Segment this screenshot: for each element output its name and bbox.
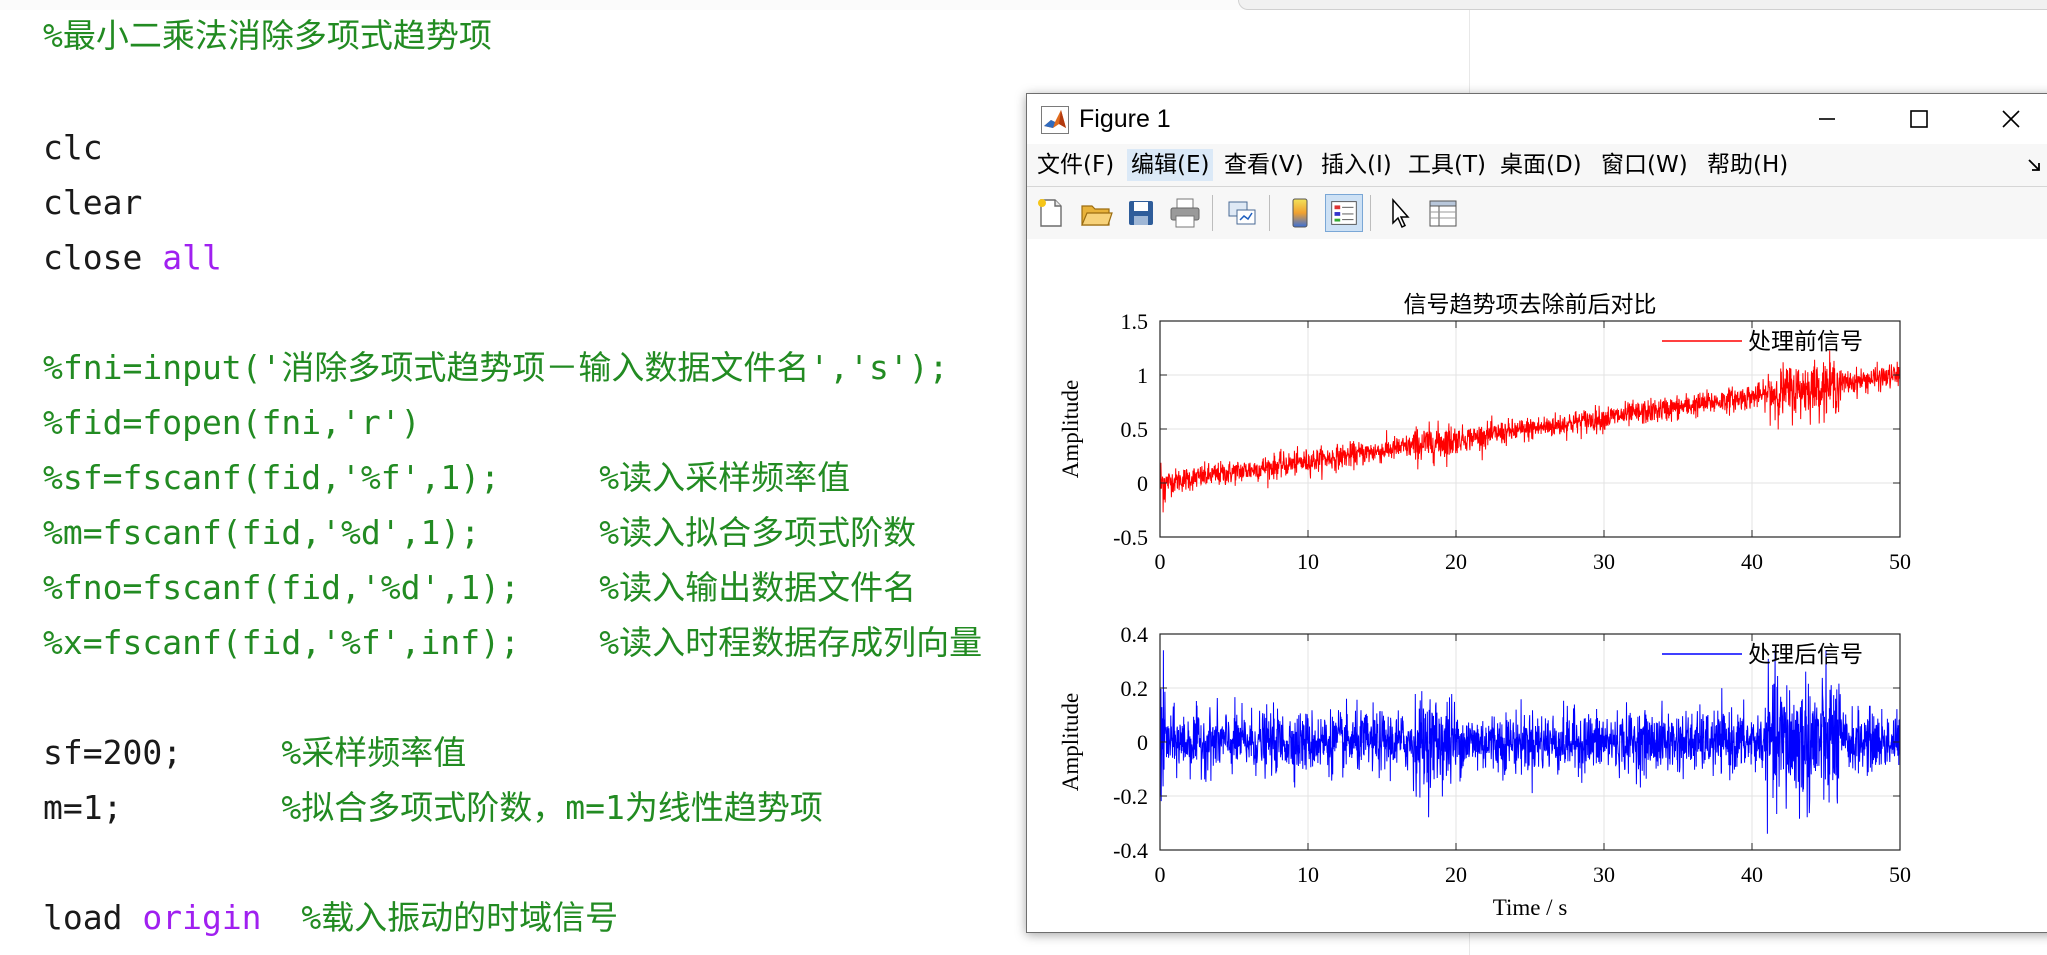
x-tick-label: 50 xyxy=(1889,549,1911,574)
code-comment: %采样频率值 xyxy=(281,733,467,772)
code-line[interactable]: %m=fscanf(fid,'%d',1); %读入拟合多项式阶数 xyxy=(43,511,916,555)
code-comment: %拟合多项式阶数，m=1为线性趋势项 xyxy=(281,788,823,827)
code-token: clear xyxy=(43,183,143,222)
link-plot-icon[interactable] xyxy=(1223,194,1261,232)
y-tick-label: -0.5 xyxy=(1113,525,1148,550)
x-tick-label: 40 xyxy=(1741,862,1763,887)
maximize-icon[interactable] xyxy=(1873,94,1965,144)
code-comment: %最小二乘法消除多项式趋势项 xyxy=(43,16,492,55)
y-tick-label: 1 xyxy=(1137,363,1148,388)
code-token: clc xyxy=(43,128,103,167)
y-tick-label: -0.2 xyxy=(1113,784,1148,809)
select-pointer-icon[interactable] xyxy=(1380,194,1418,232)
menu-view[interactable]: 查看(V) xyxy=(1220,149,1308,181)
insert-legend-icon[interactable] xyxy=(1325,194,1363,232)
x-tick-label: 30 xyxy=(1593,862,1615,887)
legend-label: 处理后信号 xyxy=(1748,642,1863,667)
toolbar-separator xyxy=(1370,195,1371,231)
y-axis-label: Amplitude xyxy=(1058,693,1083,791)
y-tick-label: 0.4 xyxy=(1121,622,1149,647)
y-tick-label: 1.5 xyxy=(1121,309,1149,334)
code-token: load xyxy=(43,898,143,937)
plot-area[interactable]: 0 10 20 30 40 50 -0.5 0 0.5 1 1.5 信号趋势项去除前后对比 Amplit… xyxy=(1027,239,2047,932)
minimize-icon[interactable] xyxy=(1781,94,1873,144)
code-line[interactable]: %fni=input('消除多项式趋势项－输入数据文件名','s'); xyxy=(43,346,949,390)
code-line[interactable]: m=1; %拟合多项式阶数，m=1为线性趋势项 xyxy=(43,786,823,830)
code-comment: %sf=fscanf(fid,'%f',1); %读入采样频率值 xyxy=(43,458,851,497)
x-axis-label: Time / s xyxy=(1493,895,1568,920)
figure-canvas: 0 10 20 30 40 50 -0.5 0 0.5 1 1.5 信号趋势项去除前后对比 Amplit… xyxy=(1058,292,1911,920)
chart-title: 信号趋势项去除前后对比 xyxy=(1404,292,1657,317)
property-inspector-icon[interactable] xyxy=(1424,194,1462,232)
save-icon[interactable] xyxy=(1122,194,1160,232)
x-tick-label: 10 xyxy=(1297,549,1319,574)
menu-help[interactable]: 帮助(H) xyxy=(1703,149,1792,181)
code-keyword: origin xyxy=(142,898,262,937)
x-tick-label: 0 xyxy=(1155,549,1166,574)
figure-title: Figure 1 xyxy=(1079,105,1171,133)
x-tick-label: 10 xyxy=(1297,862,1319,887)
code-token: sf=200; xyxy=(43,733,282,772)
new-figure-icon[interactable] xyxy=(1031,194,1069,232)
figure-toolbar xyxy=(1027,186,2047,240)
toolbar-separator xyxy=(1269,195,1270,231)
y-tick-label: 0 xyxy=(1137,471,1148,496)
insert-colorbar-icon[interactable] xyxy=(1281,194,1319,232)
matlab-logo-icon xyxy=(1041,106,1069,134)
code-comment: %x=fscanf(fid,'%f',inf); %读入时程数据存成列向量 xyxy=(43,623,983,662)
figure-menubar: 文件(F) 编辑(E) 查看(V) 插入(I) 工具(T) 桌面(D) 窗口(W… xyxy=(1027,144,2047,186)
y-tick-label: 0.5 xyxy=(1121,417,1149,442)
dock-arrow-icon[interactable] xyxy=(2027,158,2041,172)
x-tick-label: 20 xyxy=(1445,862,1467,887)
menu-tools[interactable]: 工具(T) xyxy=(1404,149,1490,181)
close-icon[interactable] xyxy=(1965,94,2047,144)
code-line[interactable]: close all xyxy=(43,236,222,280)
code-comment: %fid=fopen(fni,'r') xyxy=(43,403,421,442)
editor-tab[interactable] xyxy=(1238,0,2047,10)
code-line[interactable]: %fno=fscanf(fid,'%d',1); %读入输出数据文件名 xyxy=(43,566,916,610)
code-line[interactable]: %最小二乘法消除多项式趋势项 xyxy=(43,14,492,58)
y-tick-label: -0.4 xyxy=(1113,838,1148,863)
open-file-icon[interactable] xyxy=(1077,194,1115,232)
code-token: m=1; xyxy=(43,788,282,827)
y-tick-label: 0 xyxy=(1137,730,1148,755)
x-tick-label: 50 xyxy=(1889,862,1911,887)
code-comment: %m=fscanf(fid,'%d',1); %读入拟合多项式阶数 xyxy=(43,513,917,552)
y-axis-label: Amplitude xyxy=(1058,380,1083,478)
code-line[interactable]: %x=fscanf(fid,'%f',inf); %读入时程数据存成列向量 xyxy=(43,621,982,665)
x-tick-label: 40 xyxy=(1741,549,1763,574)
code-line[interactable]: %fid=fopen(fni,'r') xyxy=(43,401,421,445)
menu-window[interactable]: 窗口(W) xyxy=(1597,149,1692,181)
menu-desktop[interactable]: 桌面(D) xyxy=(1496,149,1586,181)
toolbar-separator xyxy=(1212,195,1213,231)
x-tick-label: 20 xyxy=(1445,549,1467,574)
code-token: close xyxy=(43,238,163,277)
x-tick-label: 30 xyxy=(1593,549,1615,574)
menu-insert[interactable]: 插入(I) xyxy=(1317,149,1396,181)
code-line[interactable]: clear xyxy=(43,181,142,225)
figure-window: Figure 1 文件(F) 编辑(E) 查看(V) 插入(I) 工具(T) 桌… xyxy=(1026,93,2047,933)
code-keyword: all xyxy=(162,238,222,277)
menu-file[interactable]: 文件(F) xyxy=(1033,149,1118,181)
code-line[interactable]: clc xyxy=(43,126,103,170)
code-line[interactable]: load origin %载入振动的时域信号 xyxy=(43,896,618,940)
code-line[interactable]: %sf=fscanf(fid,'%f',1); %读入采样频率值 xyxy=(43,456,850,500)
menu-edit[interactable]: 编辑(E) xyxy=(1127,149,1214,181)
legend-label: 处理前信号 xyxy=(1748,329,1863,354)
code-comment: %fni=input('消除多项式趋势项－输入数据文件名','s'); xyxy=(43,348,949,387)
print-icon[interactable] xyxy=(1166,194,1204,232)
x-tick-label: 0 xyxy=(1155,862,1166,887)
y-tick-label: 0.2 xyxy=(1121,676,1149,701)
figure-titlebar[interactable]: Figure 1 xyxy=(1027,94,2047,144)
code-comment: %fno=fscanf(fid,'%d',1); %读入输出数据文件名 xyxy=(43,568,917,607)
code-comment: %载入振动的时域信号 xyxy=(301,898,619,937)
code-line[interactable]: sf=200; %采样频率值 xyxy=(43,731,466,775)
